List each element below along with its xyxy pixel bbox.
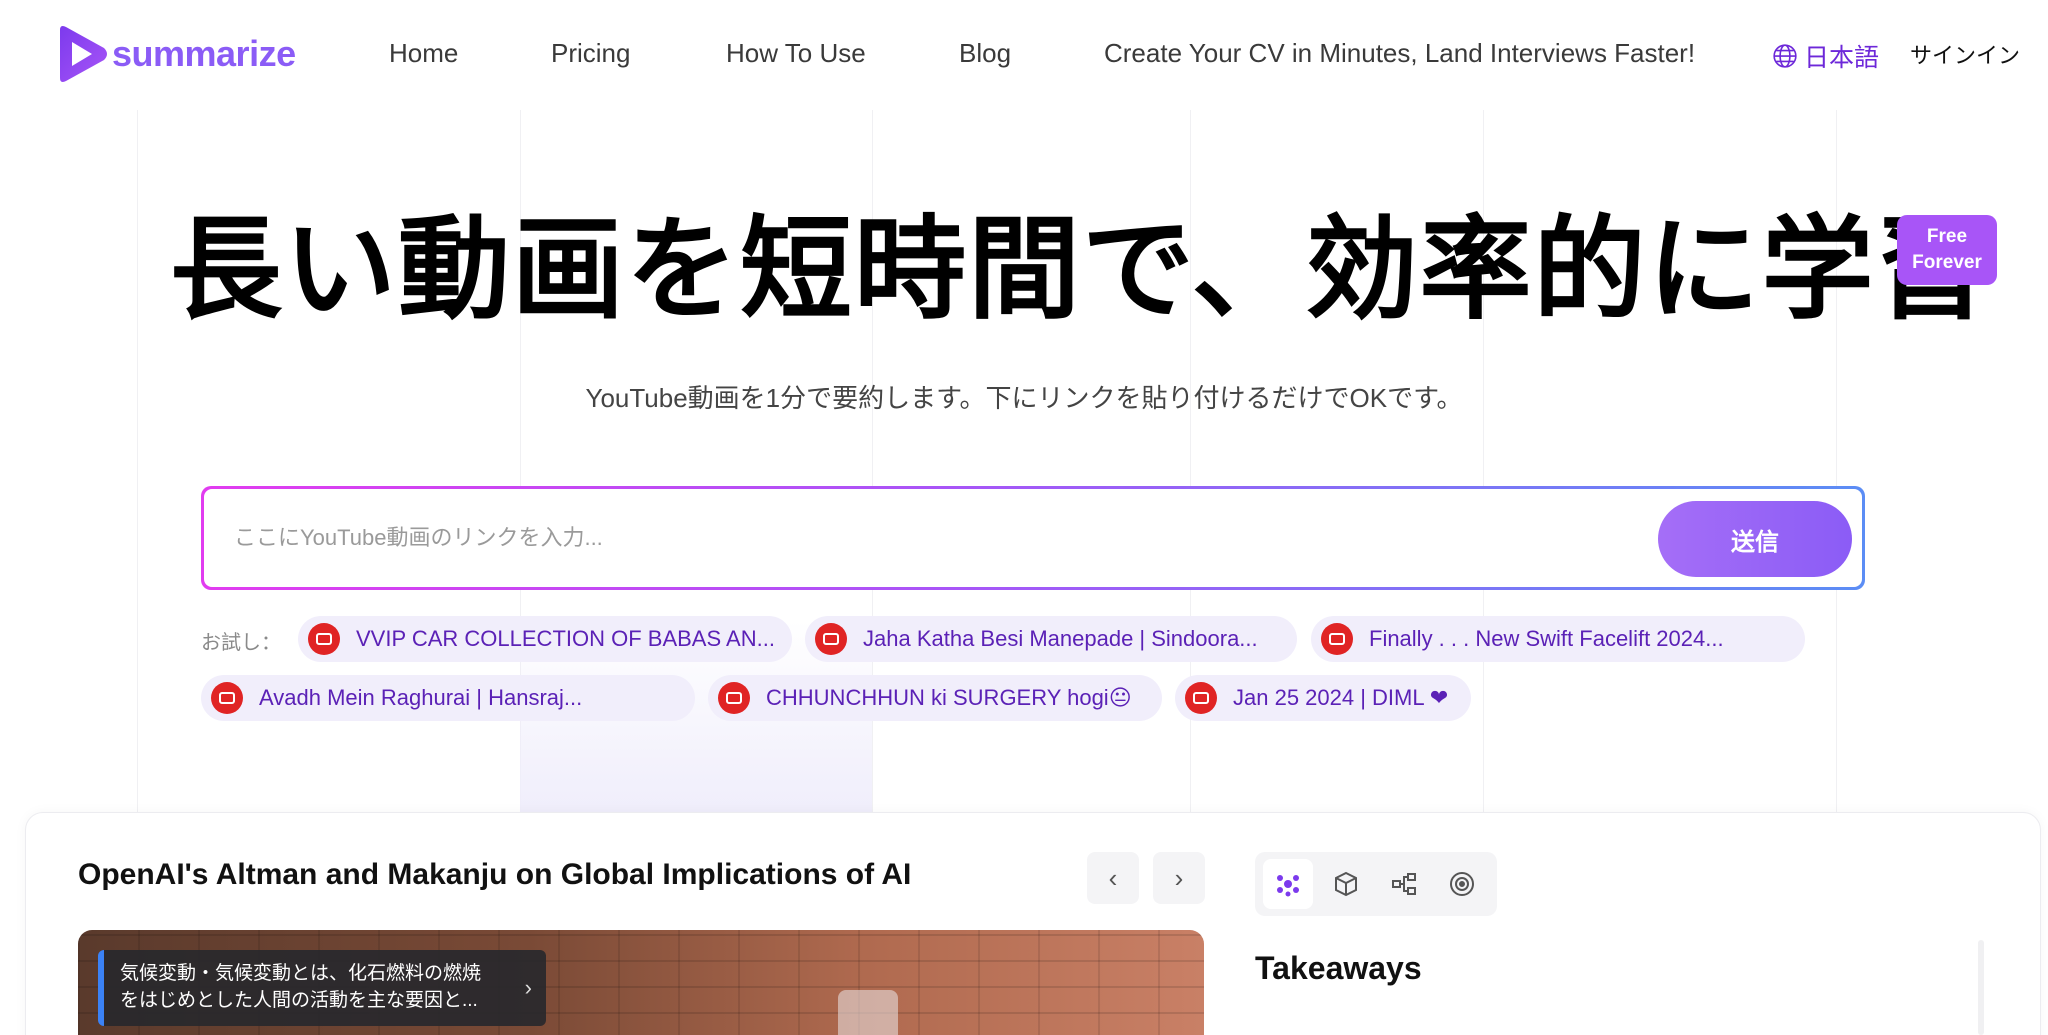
tab-target[interactable] <box>1437 859 1487 909</box>
search-box: 送信 <box>201 486 1865 590</box>
signin-link[interactable]: サインイン <box>1910 38 2020 70</box>
tab-cube[interactable] <box>1321 859 1371 909</box>
try-chip[interactable]: Finally . . . New Swift Facelift 2024... <box>1311 616 1805 662</box>
flowchart-icon <box>1392 873 1416 895</box>
youtube-icon <box>815 623 847 655</box>
panel-scrollbar[interactable] <box>1978 940 1984 1035</box>
globe-icon <box>1773 44 1797 68</box>
chevron-left-icon: ‹ <box>1108 862 1118 893</box>
youtube-icon <box>718 682 750 714</box>
mindmap-icon <box>1277 875 1299 897</box>
next-button[interactable]: › <box>1153 852 1205 904</box>
try-chip[interactable]: VVIP CAR COLLECTION OF BABAS AN... <box>298 616 792 662</box>
logo[interactable]: summarize <box>54 24 296 84</box>
try-label: お試し： <box>201 632 281 654</box>
chevron-right-icon: › <box>1174 862 1184 893</box>
nav-cv-promo[interactable]: Create Your CV in Minutes, Land Intervie… <box>1104 38 1695 69</box>
chip-label: Jan 25 2024 | DIML ❤ <box>1233 685 1449 710</box>
tab-flowchart[interactable] <box>1379 859 1429 909</box>
takeaways-heading: Takeaways <box>1255 950 1422 986</box>
badge-line-2: Forever <box>1912 252 1982 273</box>
tab-mindmap[interactable] <box>1263 859 1313 909</box>
free-forever-badge: Free Forever <box>1897 215 1997 285</box>
youtube-icon <box>1185 682 1217 714</box>
chip-label: VVIP CAR COLLECTION OF BABAS AN... <box>356 626 775 651</box>
submit-button[interactable]: 送信 <box>1658 501 1852 577</box>
chip-label: Finally . . . New Swift Facelift 2024... <box>1369 626 1724 651</box>
hero-title: 長い動画を短時間で、効率的に学習 <box>170 205 1990 335</box>
youtube-icon <box>308 623 340 655</box>
language-label: 日本語 <box>1804 44 1880 72</box>
view-mode-tabs <box>1255 852 1497 916</box>
youtube-icon <box>211 682 243 714</box>
hero-subtitle: YouTube動画を1分で要約します。下にリンクを貼り付けるだけでOKです。 <box>585 383 1463 413</box>
brand-name: summarize <box>112 33 296 74</box>
try-chip[interactable]: Avadh Mein Raghurai | Hansraj... <box>201 675 695 721</box>
try-chip[interactable]: Jan 25 2024 | DIML ❤ <box>1175 675 1471 721</box>
caption-line-1: 気候変動・気候変動とは、化石燃料の燃焼 <box>120 963 482 984</box>
language-selector[interactable]: 日本語 <box>1772 38 1879 74</box>
badge-line-1: Free <box>1926 226 1968 247</box>
try-chip[interactable]: Jaha Katha Besi Manepade | Sindoora... <box>805 616 1297 662</box>
nav-how-to-use[interactable]: How To Use <box>726 38 866 69</box>
chip-label: Jaha Katha Besi Manepade | Sindoora... <box>863 626 1258 651</box>
target-icon <box>1450 872 1474 896</box>
cube-icon <box>1335 871 1357 897</box>
logo-play-icon <box>60 26 107 82</box>
nav-blog[interactable]: Blog <box>959 38 1011 69</box>
caption-line-2: をはじめとした人間の活動を主な要因と... <box>120 990 478 1011</box>
try-chip[interactable]: CHHUNCHHUN ki SURGERY hogi😐 <box>708 675 1162 721</box>
prev-button[interactable]: ‹ <box>1087 852 1139 904</box>
chevron-right-icon: › <box>524 975 532 1000</box>
nav-pricing[interactable]: Pricing <box>551 38 630 69</box>
chip-label: CHHUNCHHUN ki SURGERY hogi😐 <box>766 685 1132 710</box>
youtube-link-input[interactable] <box>234 489 1534 587</box>
video-title: OpenAI's Altman and Makanju on Global Im… <box>78 858 912 891</box>
chip-label: Avadh Mein Raghurai | Hansraj... <box>259 685 583 710</box>
transcript-caption[interactable]: 気候変動・気候変動とは、化石燃料の燃焼 をはじめとした人間の活動を主な要因と..… <box>98 950 546 1026</box>
youtube-icon <box>1321 623 1353 655</box>
top-nav: summarize Home Pricing How To Use Blog C… <box>0 0 2048 108</box>
nav-home[interactable]: Home <box>389 38 458 69</box>
